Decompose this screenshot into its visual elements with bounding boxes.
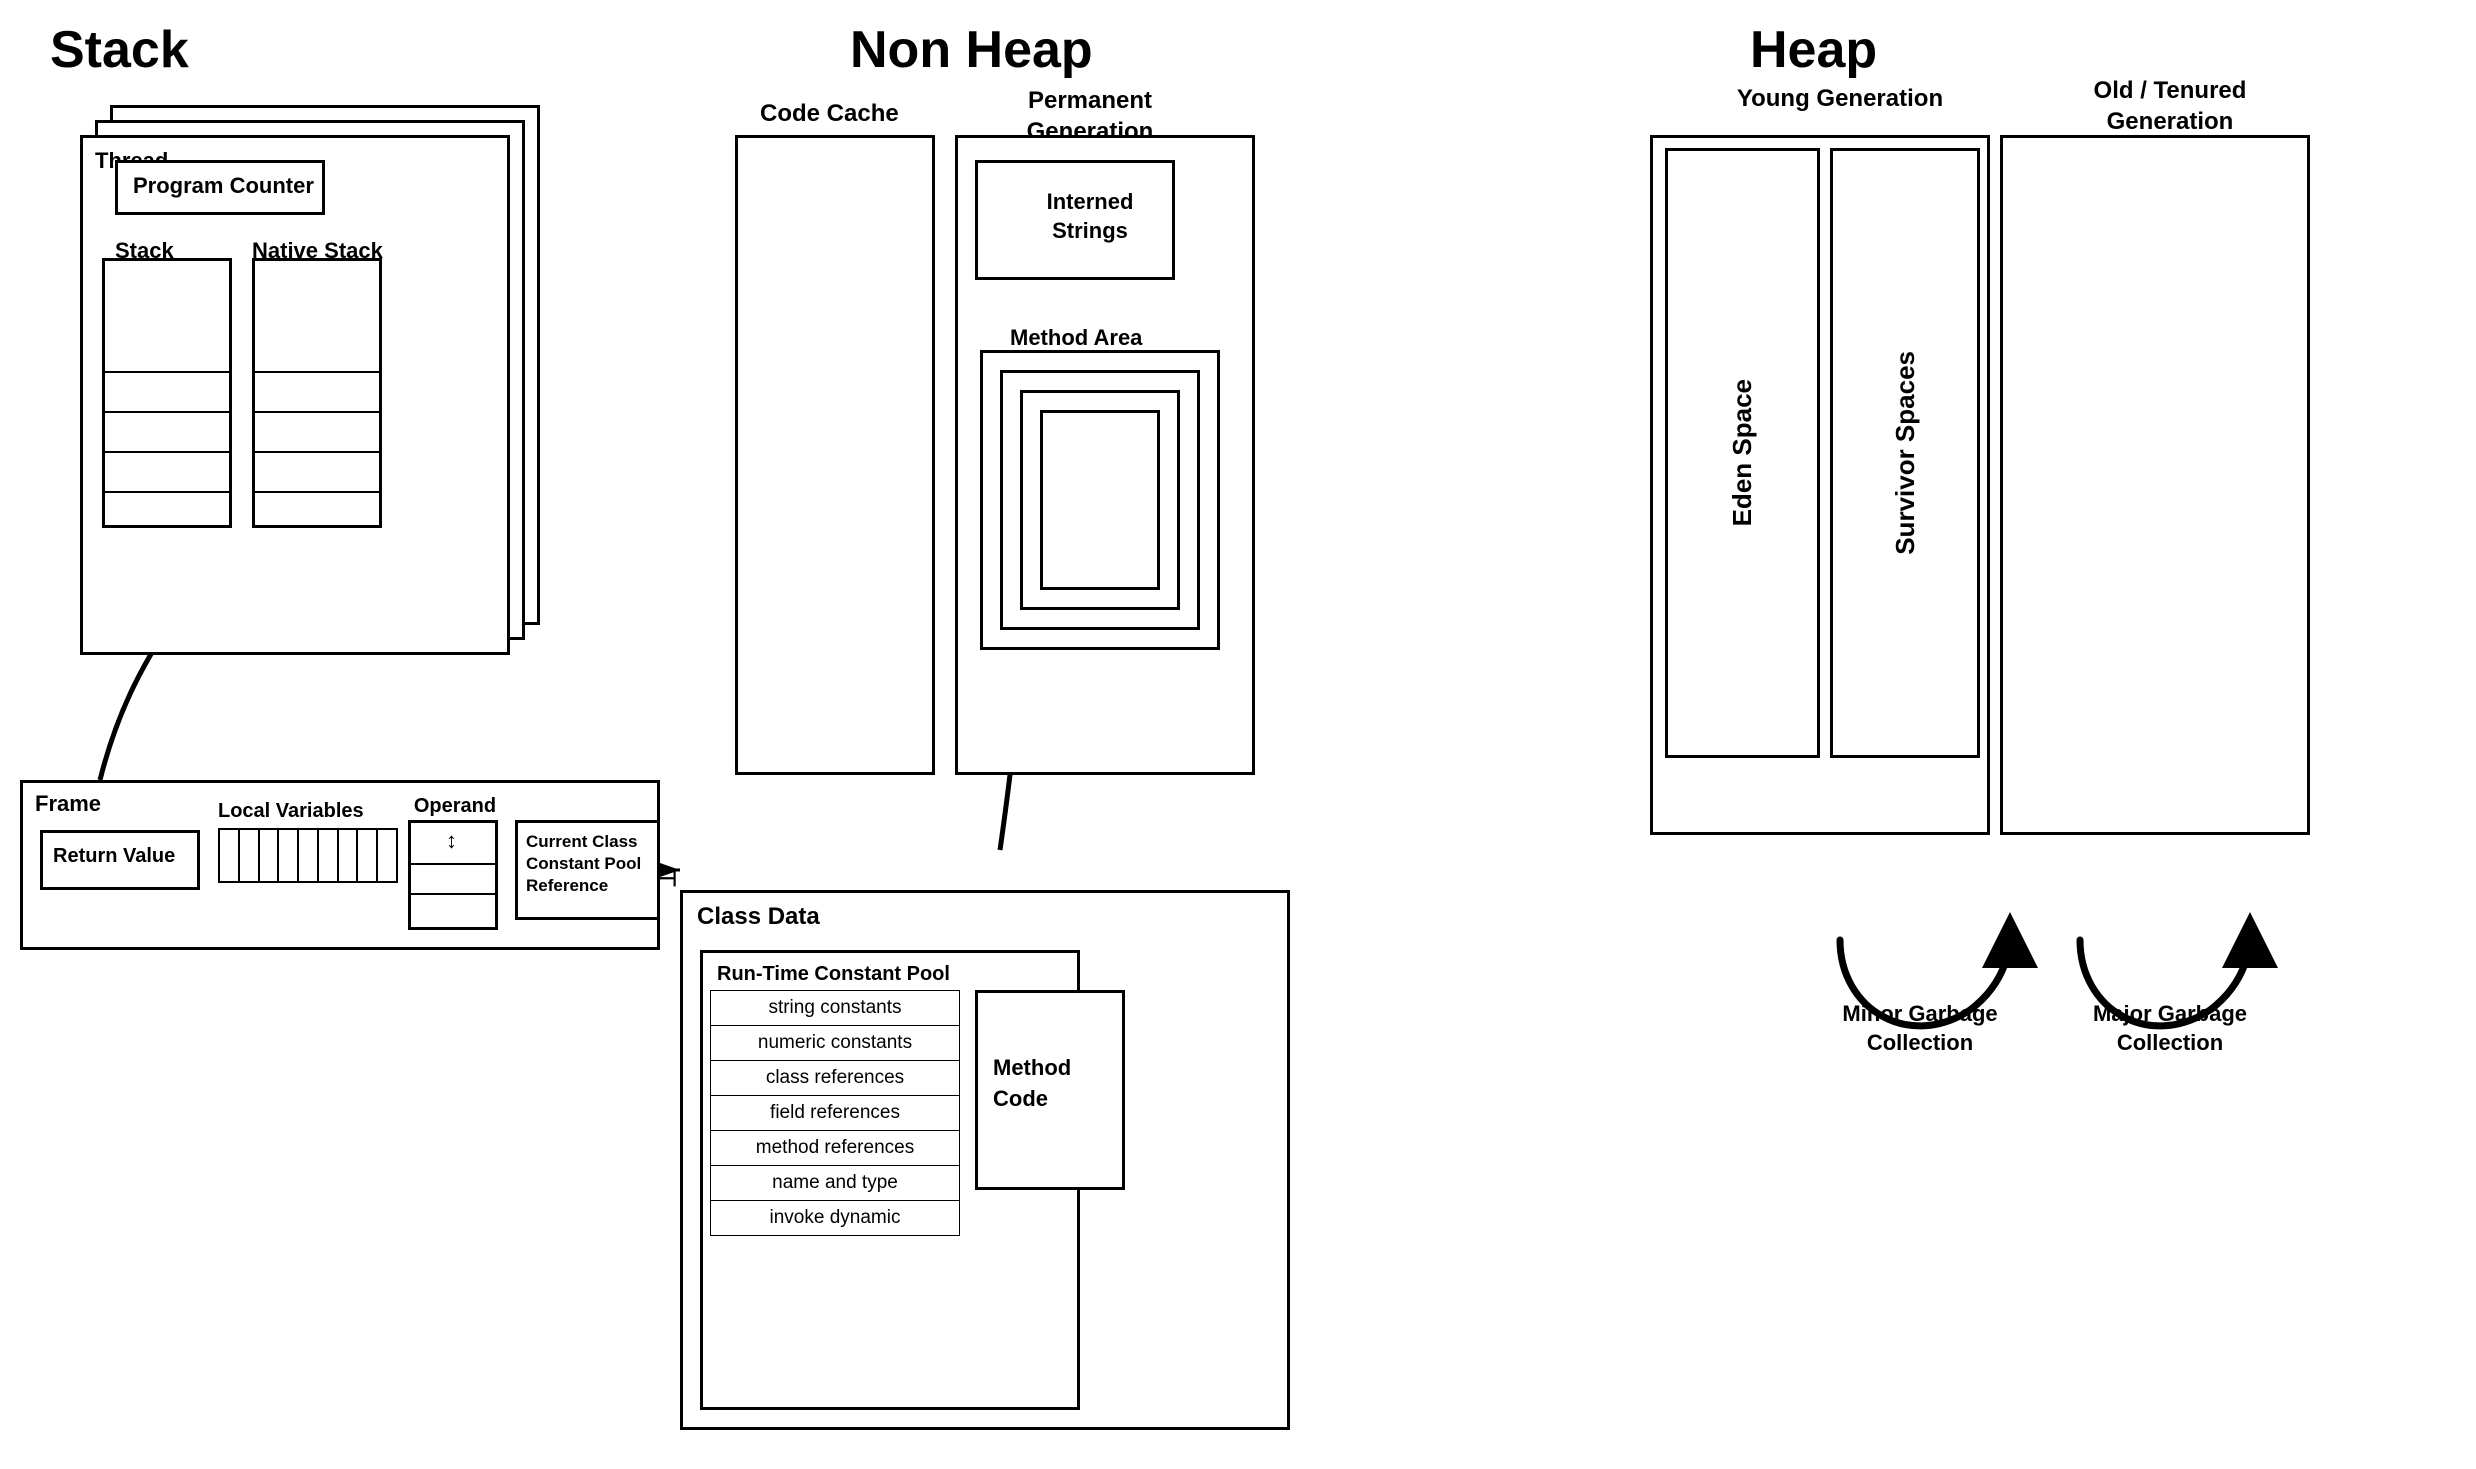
method-code-box: Method Code	[975, 990, 1125, 1190]
stack-inner-box	[102, 258, 232, 528]
method-area-box-1	[1040, 410, 1160, 590]
cp-item-1: numeric constants	[710, 1025, 960, 1061]
code-cache-label: Code Cache	[760, 100, 899, 128]
old-gen-box	[2000, 135, 2310, 835]
old-gen-label: Old / Tenured Generation	[2040, 75, 2300, 137]
operand-stack-box: ↕	[408, 820, 498, 930]
cp-item-6: invoke dynamic	[710, 1200, 960, 1236]
dashed-pointer: ⊣	[658, 866, 677, 892]
return-value-label: Return Value	[53, 845, 175, 868]
nonheap-title: Non Heap	[850, 20, 1093, 80]
survivor-spaces-box: Survivor Spaces	[1830, 148, 1980, 758]
cp-item-4: method references	[710, 1130, 960, 1166]
survivor-spaces-label: Survivor Spaces	[1890, 351, 1921, 555]
cp-item-5: name and type	[710, 1165, 960, 1201]
heap-title: Heap	[1750, 20, 1877, 80]
return-value-box: Return Value	[40, 830, 200, 890]
stack-title: Stack	[50, 20, 189, 80]
native-stack-inner-box	[252, 258, 382, 528]
eden-space-label: Eden Space	[1727, 379, 1758, 526]
local-variables-label: Local Variables	[218, 800, 364, 823]
method-area-label: Method Area	[1010, 325, 1142, 351]
cp-item-2: class references	[710, 1060, 960, 1096]
interned-strings-label: Interned Strings	[1008, 188, 1172, 245]
runtime-pool-label: Run-Time Constant Pool	[717, 963, 950, 986]
major-gc-label: Major Garbage Collection	[2080, 1000, 2260, 1057]
interned-strings-box: Interned Strings	[975, 160, 1175, 280]
cp-item-3: field references	[710, 1095, 960, 1131]
young-gen-label: Young Generation	[1680, 85, 2000, 113]
program-counter-box: Program Counter	[115, 160, 325, 215]
code-cache-box	[735, 135, 935, 775]
local-variables-grid	[218, 828, 398, 883]
eden-space-box: Eden Space	[1665, 148, 1820, 758]
frame-label: Frame	[35, 791, 101, 817]
current-class-pool-label: Current Class Constant Pool Reference	[526, 831, 657, 897]
current-class-pool-box: Current Class Constant Pool Reference	[515, 820, 660, 920]
method-code-label: Method Code	[993, 1053, 1122, 1115]
class-data-label: Class Data	[697, 903, 820, 931]
cp-item-0: string constants	[710, 990, 960, 1026]
minor-gc-label: Minor Garbage Collection	[1830, 1000, 2010, 1057]
program-counter-label: Program Counter	[133, 173, 314, 199]
